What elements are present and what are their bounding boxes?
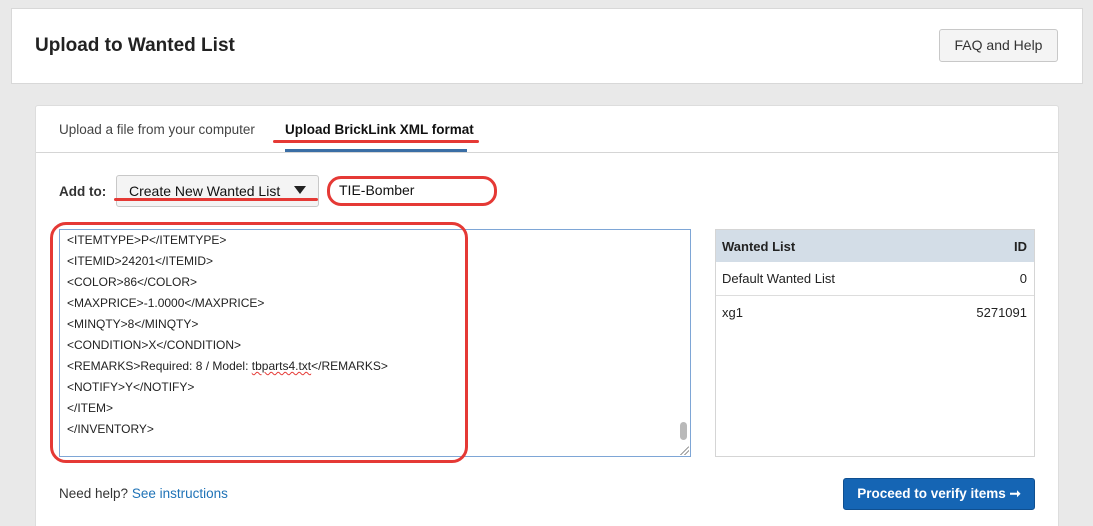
xml-line: <CONDITION>X</CONDITION> bbox=[67, 338, 242, 352]
resize-grip-icon[interactable] bbox=[680, 446, 689, 455]
xml-line-remarks: <REMARKS>Required: 8 / Model: tbparts4.t… bbox=[67, 359, 388, 373]
xml-remarks-suffix: </REMARKS> bbox=[311, 359, 388, 373]
column-header-id: ID bbox=[1014, 239, 1027, 254]
textarea-scrollbar[interactable] bbox=[680, 422, 687, 440]
wanted-list-id: 5271091 bbox=[976, 305, 1027, 320]
annotation-underline-tab bbox=[273, 140, 479, 143]
xml-line: <ITEMID>24201</ITEMID> bbox=[67, 254, 214, 268]
add-to-label: Add to: bbox=[59, 184, 107, 199]
xml-line: <COLOR>86</COLOR> bbox=[67, 275, 198, 289]
wanted-list-select[interactable]: Create New Wanted List bbox=[116, 175, 319, 207]
xml-textarea[interactable]: <ITEMTYPE>P</ITEMTYPE> <ITEMID>24201</IT… bbox=[59, 229, 691, 457]
proceed-verify-button[interactable]: Proceed to verify items ➞ bbox=[843, 478, 1035, 510]
tab-bar: Upload a file from your computer Upload … bbox=[36, 106, 1058, 153]
wanted-list-table: Wanted List ID Default Wanted List 0 xg1… bbox=[715, 229, 1035, 457]
active-tab-indicator bbox=[285, 149, 467, 152]
column-header-wanted-list: Wanted List bbox=[722, 239, 796, 254]
help-prefix: Need help? bbox=[59, 486, 129, 501]
xml-remarks-filename: tbparts4.txt bbox=[251, 359, 312, 373]
wanted-list-name: xg1 bbox=[722, 305, 743, 320]
xml-line: <MINQTY>8</MINQTY> bbox=[67, 317, 199, 331]
faq-help-button[interactable]: FAQ and Help bbox=[939, 29, 1058, 62]
xml-line: <NOTIFY>Y</NOTIFY> bbox=[67, 380, 195, 394]
wanted-list-name: Default Wanted List bbox=[722, 271, 835, 286]
xml-line: </ITEM> bbox=[67, 401, 114, 415]
page-title: Upload to Wanted List bbox=[35, 35, 235, 56]
tab-upload-file[interactable]: Upload a file from your computer bbox=[59, 122, 255, 137]
xml-line: </INVENTORY> bbox=[67, 422, 154, 436]
tab-upload-xml[interactable]: Upload BrickLink XML format bbox=[285, 122, 474, 137]
new-list-name-input[interactable]: TIE-Bomber bbox=[327, 176, 497, 206]
table-row[interactable]: xg1 5271091 bbox=[716, 296, 1034, 330]
help-text: Need help? See instructions bbox=[59, 486, 228, 501]
see-instructions-link[interactable]: See instructions bbox=[132, 486, 228, 501]
xml-line: <MAXPRICE>-1.0000</MAXPRICE> bbox=[67, 296, 265, 310]
xml-line: <ITEMTYPE>P</ITEMTYPE> bbox=[67, 233, 227, 247]
xml-remarks-prefix: <REMARKS>Required: 8 / Model: bbox=[67, 359, 252, 373]
table-header: Wanted List ID bbox=[716, 230, 1034, 262]
annotation-underline-select bbox=[114, 198, 318, 201]
header-card: Upload to Wanted List FAQ and Help bbox=[11, 8, 1083, 84]
wanted-list-select-value: Create New Wanted List bbox=[129, 183, 281, 199]
caret-down-icon bbox=[294, 186, 306, 194]
table-row[interactable]: Default Wanted List 0 bbox=[716, 262, 1034, 296]
wanted-list-id: 0 bbox=[1019, 271, 1027, 286]
